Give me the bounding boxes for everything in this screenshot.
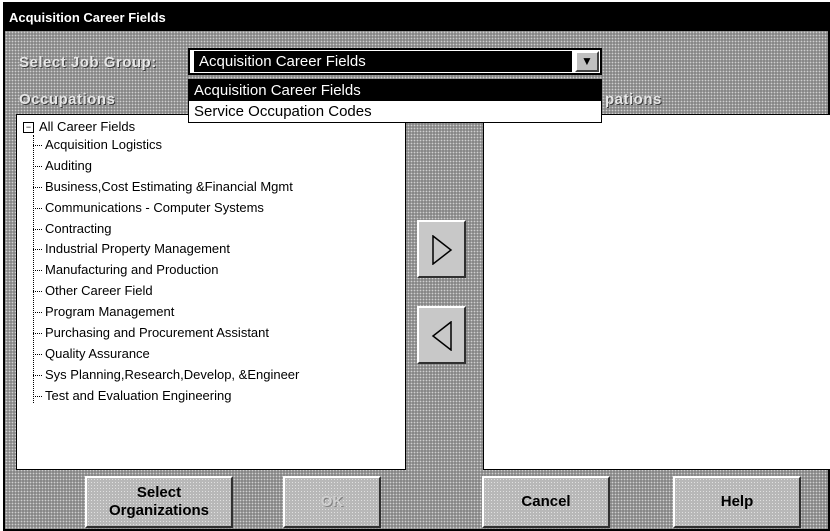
dropdown-option[interactable]: Acquisition Career Fields xyxy=(189,80,601,101)
tree-item[interactable]: Other Career Field xyxy=(33,281,299,302)
selected-occupations-label: pations xyxy=(605,91,662,108)
tree-item[interactable]: Manufacturing and Production xyxy=(33,260,299,281)
cancel-button[interactable]: Cancel xyxy=(482,476,610,528)
job-group-dropdown-list: Acquisition Career Fields Service Occupa… xyxy=(188,79,602,123)
chevron-down-icon[interactable]: ▼ xyxy=(575,51,599,72)
arrow-left-icon xyxy=(431,321,452,351)
dropdown-option[interactable]: Service Occupation Codes xyxy=(189,101,601,122)
tree-item[interactable]: Industrial Property Management xyxy=(33,239,299,260)
arrow-right-icon xyxy=(432,235,453,265)
add-occupation-button[interactable] xyxy=(417,220,466,278)
occupations-label: Occupations xyxy=(19,91,116,108)
tree-item[interactable]: Purchasing and Procurement Assistant xyxy=(33,323,299,344)
job-group-label: Select Job Group: xyxy=(19,54,157,71)
ok-button[interactable]: OK xyxy=(283,476,381,528)
tree-item[interactable]: Business,Cost Estimating &Financial Mgmt xyxy=(33,177,299,198)
job-group-select[interactable]: Acquisition Career Fields ▼ xyxy=(188,48,602,75)
job-group-selected-value: Acquisition Career Fields xyxy=(194,51,572,72)
tree-item[interactable]: Sys Planning,Research,Develop, &Engineer xyxy=(33,365,299,386)
tree-items: Acquisition Logistics Auditing Business,… xyxy=(33,135,299,407)
tree-root-label: All Career Fields xyxy=(39,119,136,134)
tree-item[interactable]: Program Management xyxy=(33,302,299,323)
help-button[interactable]: Help xyxy=(673,476,801,528)
selected-occupations-list[interactable] xyxy=(483,114,830,470)
select-organizations-button[interactable]: Select Organizations xyxy=(85,476,233,528)
tree-item[interactable]: Quality Assurance xyxy=(33,344,299,365)
tree-root[interactable]: − All Career Fields xyxy=(23,119,135,135)
window-title: Acquisition Career Fields xyxy=(5,4,828,31)
tree-item[interactable]: Auditing xyxy=(33,156,299,177)
dialog-window: Acquisition Career Fields Select Job Gro… xyxy=(3,2,830,531)
tree-item[interactable]: Acquisition Logistics xyxy=(33,135,299,156)
tree-item[interactable]: Contracting xyxy=(33,219,299,240)
remove-occupation-button[interactable] xyxy=(417,306,466,364)
tree-item[interactable]: Communications - Computer Systems xyxy=(33,198,299,219)
tree-collapse-icon[interactable]: − xyxy=(23,121,34,133)
tree-item[interactable]: Test and Evaluation Engineering xyxy=(33,386,299,407)
occupations-tree[interactable]: − All Career Fields Acquisition Logistic… xyxy=(16,114,406,470)
